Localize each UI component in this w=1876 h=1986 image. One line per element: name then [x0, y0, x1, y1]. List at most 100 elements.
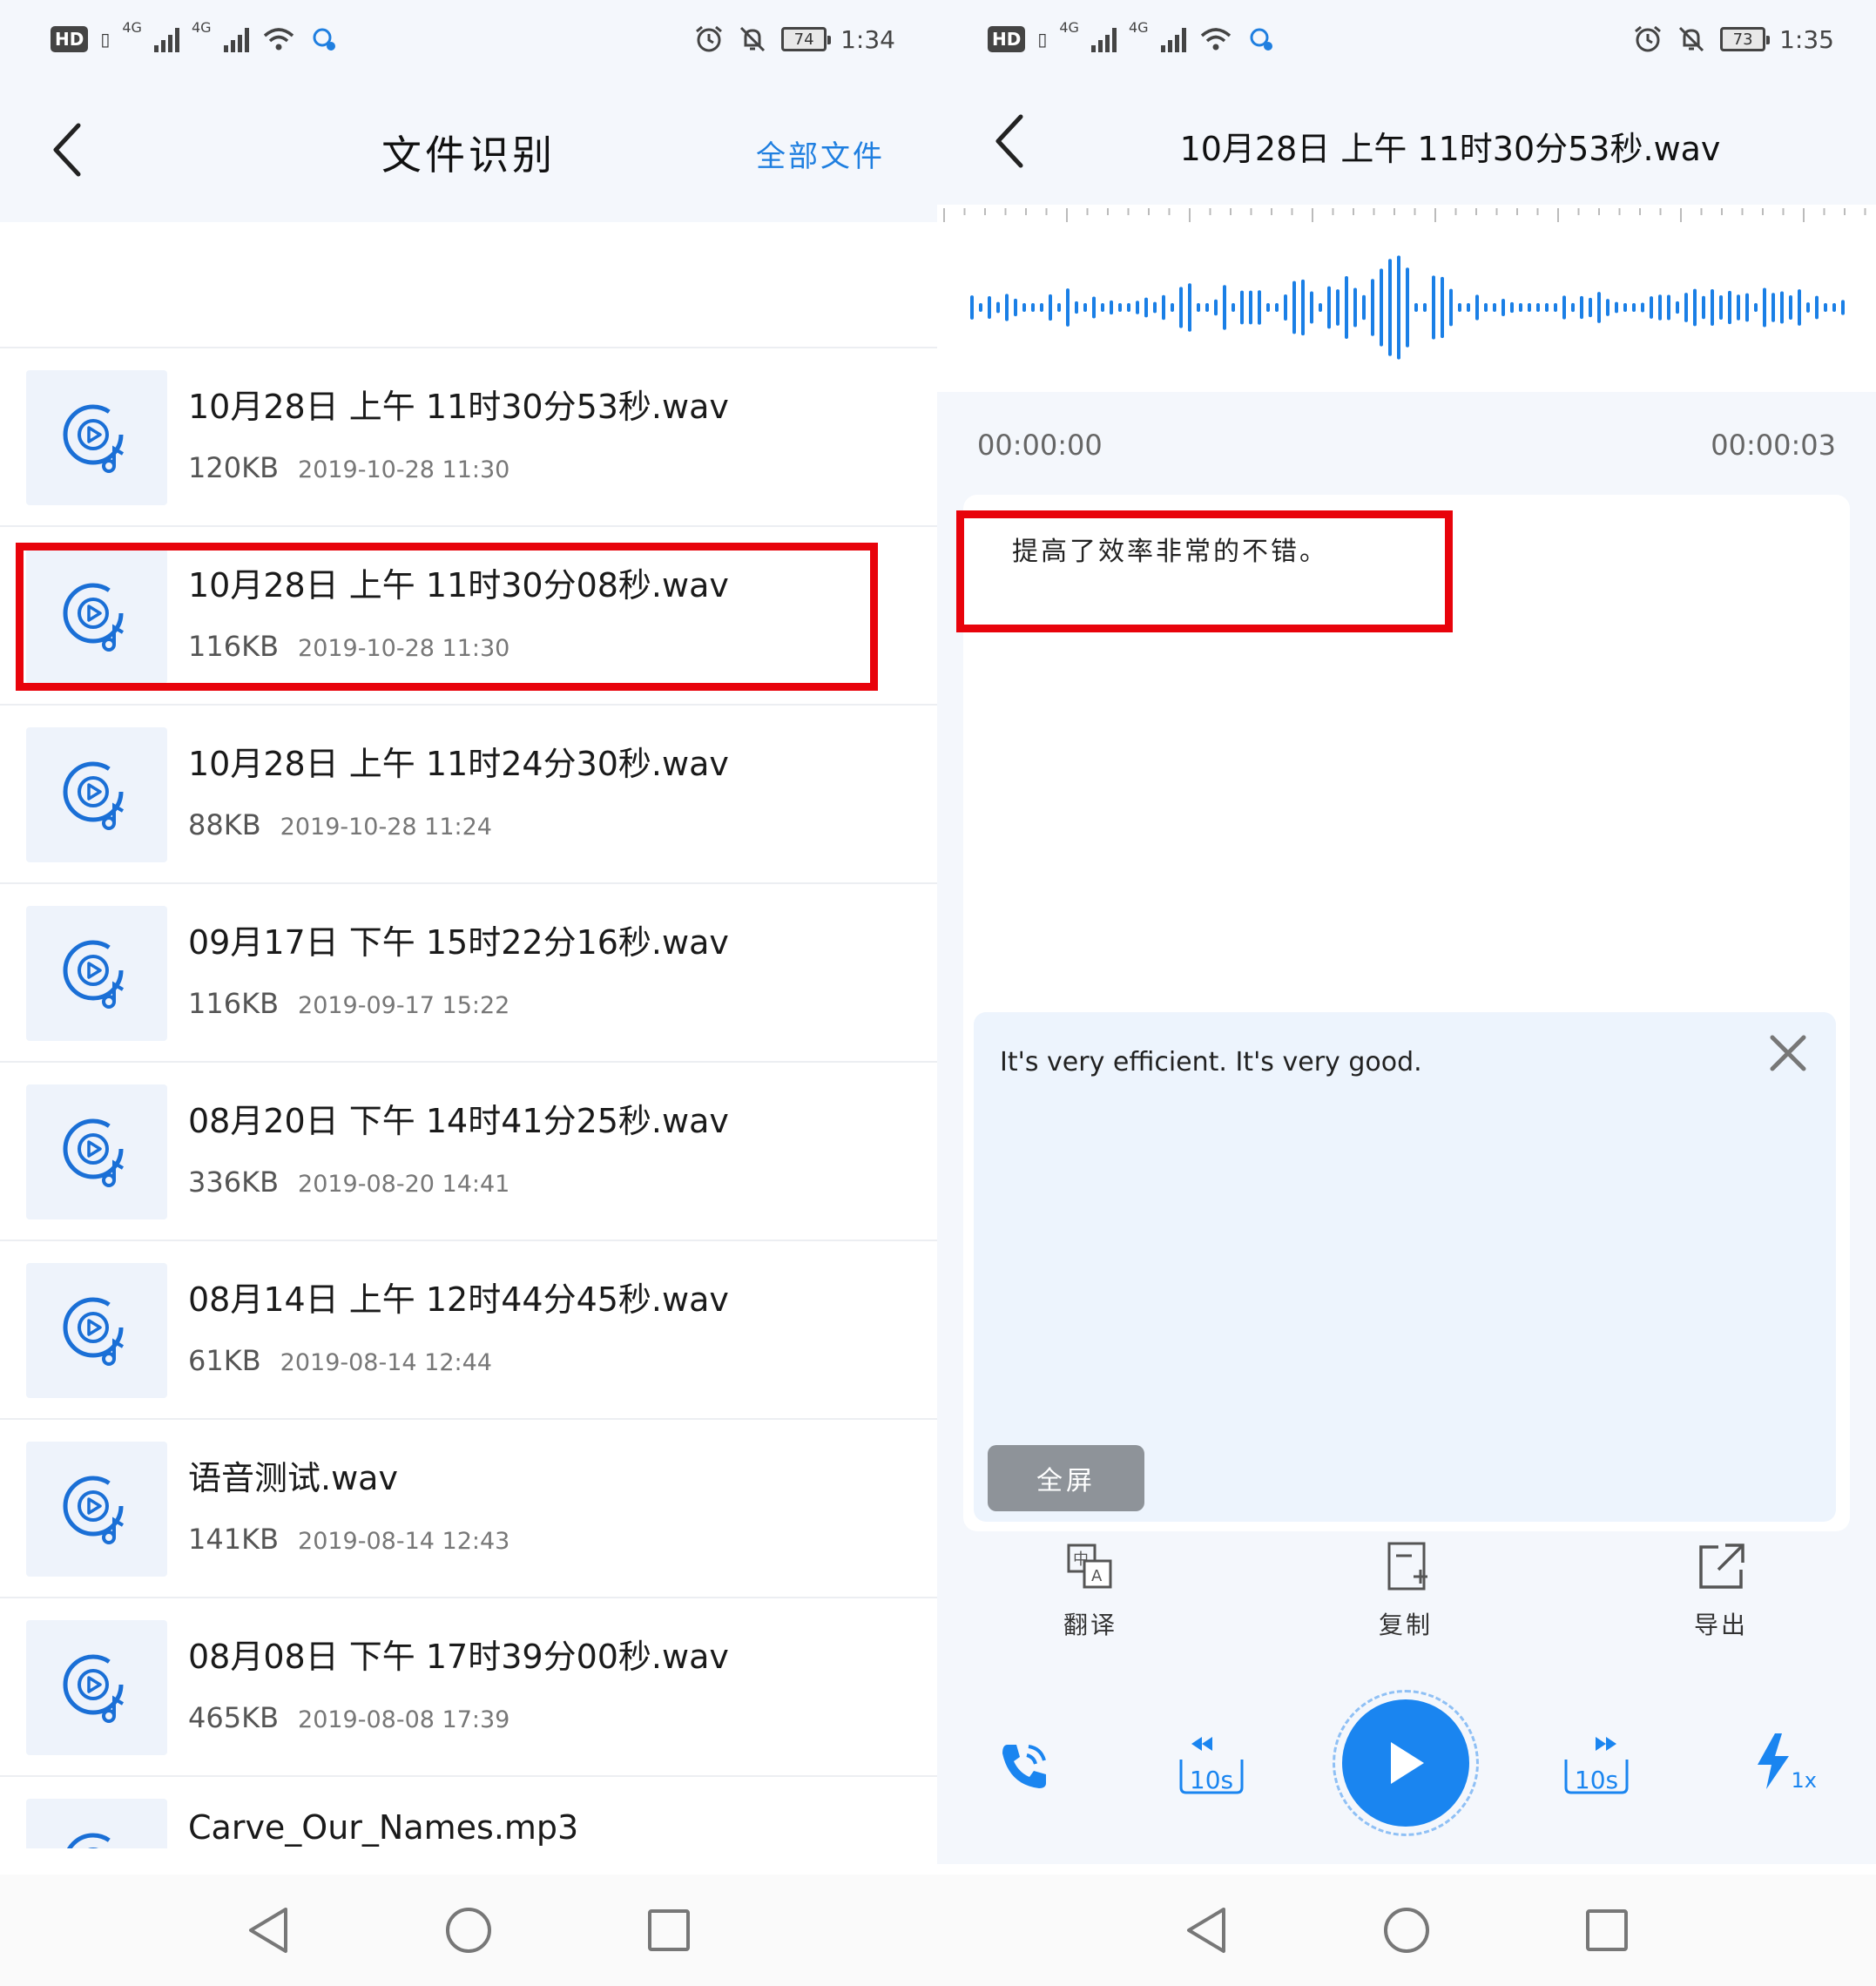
- file-meta: 465KB 2019-08-08 17:39: [188, 1701, 509, 1734]
- alarm-icon: [1635, 25, 1662, 52]
- file-date: 2019-09-17 15:22: [298, 992, 510, 1019]
- translate-label: 翻译: [1063, 1611, 1117, 1639]
- file-meta: 116KB 2019-10-28 11:30: [188, 630, 509, 663]
- nav-back-button[interactable]: [233, 1895, 303, 1965]
- nav-home-button[interactable]: [434, 1895, 503, 1965]
- nav-recents-button[interactable]: [1572, 1895, 1642, 1965]
- sim-icon: ▯: [100, 29, 111, 50]
- file-name: 10月28日 上午 11时30分53秒.wav: [188, 388, 729, 426]
- alarm-icon: [696, 25, 723, 52]
- earpiece-button[interactable]: [989, 1732, 1059, 1801]
- network-type-2: 4G: [191, 18, 212, 36]
- nav-home-button[interactable]: [1372, 1895, 1441, 1965]
- waveform[interactable]: [937, 240, 1876, 388]
- copy-label: 复制: [1378, 1611, 1433, 1639]
- translation-text: It's very efficient. It's very good.: [1000, 1047, 1422, 1077]
- page-header: 10月28日 上午 11时30分53秒.wav: [937, 78, 1876, 205]
- file-item[interactable]: 08月20日 下午 14时41分25秒.wav 336KB 2019-08-20 …: [0, 1063, 937, 1241]
- sim-icon: ▯: [1037, 29, 1048, 50]
- file-item[interactable]: Carve_Our_Names.mp3: [0, 1777, 937, 1848]
- hd-badge: HD: [51, 26, 89, 52]
- file-date: 2019-10-28 11:24: [280, 814, 492, 841]
- wifi-icon: [1200, 28, 1231, 51]
- rewind-10s-button[interactable]: 10s: [1172, 1725, 1251, 1803]
- timeline-ruler[interactable]: [937, 205, 1876, 231]
- close-icon: [1770, 1035, 1806, 1071]
- status-left: HD ▯ 4G 4G: [988, 19, 1275, 59]
- all-files-button[interactable]: 全部文件: [756, 132, 885, 175]
- network-type-1: 4G: [122, 18, 142, 36]
- file-name: 语音测试.wav: [188, 1459, 398, 1497]
- recording-title: 10月28日 上午 11时30分53秒.wav: [1179, 130, 1721, 168]
- file-size: 336KB: [188, 1165, 280, 1199]
- file-item[interactable]: 10月28日 上午 11时24分30秒.wav 88KB 2019-10-28 1…: [0, 706, 937, 884]
- translation-panel: It's very efficient. It's very good. 全屏: [974, 1012, 1836, 1522]
- nav-recents-icon: [1586, 1909, 1628, 1951]
- sync-icon: [1250, 28, 1272, 51]
- file-name: 08月08日 下午 17时39分00秒.wav: [188, 1638, 729, 1676]
- navigation-bar: [0, 1875, 937, 1986]
- right-screen: HD ▯ 4G 4G 73 1:35 10月28日 上午 11时30分53秒.w…: [937, 0, 1876, 1986]
- blank-area: [0, 222, 937, 348]
- export-label: 导出: [1693, 1611, 1748, 1639]
- file-list[interactable]: 10月28日 上午 11时30分53秒.wav 120KB 2019-10-28 …: [0, 348, 937, 1848]
- network-type-1: 4G: [1059, 18, 1079, 36]
- phone-icon: [1002, 1745, 1046, 1788]
- file-name: 08月14日 上午 12时44分45秒.wav: [188, 1280, 729, 1319]
- translate-button[interactable]: 中A 翻译: [1021, 1540, 1160, 1641]
- play-button[interactable]: [1333, 1690, 1479, 1836]
- file-size: 88KB: [188, 808, 261, 841]
- file-date: 2019-10-28 11:30: [298, 456, 510, 483]
- signal-icon: [1160, 26, 1186, 52]
- status-bar: HD ▯ 4G 4G 73 1:35: [937, 0, 1876, 78]
- file-name: 10月28日 上午 11时30分08秒.wav: [188, 566, 729, 605]
- file-meta: 120KB 2019-10-28 11:30: [188, 451, 509, 484]
- file-item[interactable]: 08月08日 下午 17时39分00秒.wav 465KB 2019-08-08 …: [0, 1598, 937, 1777]
- forward-label: 10s: [1574, 1766, 1619, 1794]
- file-item[interactable]: 10月28日 上午 11时30分53秒.wav 120KB 2019-10-28 …: [0, 348, 937, 527]
- transcript-text[interactable]: 提高了效率非常的不错。: [1012, 530, 1328, 568]
- time-end: 00:00:03: [1711, 429, 1836, 462]
- fullscreen-button[interactable]: 全屏: [988, 1445, 1144, 1511]
- file-meta: 88KB 2019-10-28 11:24: [188, 808, 492, 841]
- playback-area: 00:00:00 00:00:03 提高了效率非常的不错。 It's very …: [937, 392, 1876, 1864]
- speed-label: 1x: [1791, 1768, 1817, 1793]
- signal-icon: [153, 26, 179, 52]
- audio-file-icon: [26, 1620, 167, 1755]
- file-meta: 61KB 2019-08-14 12:44: [188, 1344, 492, 1377]
- hd-badge: HD: [988, 26, 1026, 52]
- page-header: 文件识别 全部文件: [0, 78, 937, 222]
- copy-button[interactable]: 复制: [1336, 1540, 1475, 1641]
- file-date: 2019-10-28 11:30: [298, 635, 510, 662]
- audio-file-icon: [26, 1084, 167, 1219]
- file-meta: 141KB 2019-08-14 12:43: [188, 1523, 509, 1556]
- file-size: 116KB: [188, 987, 280, 1020]
- forward-10s-button[interactable]: 10s: [1557, 1725, 1636, 1803]
- nav-back-icon: [249, 1908, 287, 1953]
- time-start: 00:00:00: [977, 429, 1103, 462]
- close-button[interactable]: [1766, 1031, 1810, 1075]
- status-time: 1:34: [840, 24, 895, 54]
- status-right: 73 1:35: [1633, 19, 1834, 59]
- export-button[interactable]: 导出: [1651, 1540, 1791, 1641]
- svg-text:A: A: [1091, 1567, 1103, 1585]
- playback-controls: 10s 10s 1x: [937, 1690, 1876, 1847]
- nav-recents-button[interactable]: [634, 1895, 704, 1965]
- nav-back-button[interactable]: [1171, 1895, 1241, 1965]
- back-button[interactable]: [982, 106, 1035, 176]
- file-item[interactable]: 08月14日 上午 12时44分45秒.wav 61KB 2019-08-14 1…: [0, 1241, 937, 1420]
- play-circle: [1342, 1699, 1469, 1827]
- speed-button[interactable]: 1x: [1747, 1728, 1817, 1798]
- nav-back-icon: [1187, 1908, 1225, 1953]
- rewind-label: 10s: [1189, 1766, 1234, 1794]
- network-type-2: 4G: [1128, 18, 1149, 36]
- audio-file-icon: [26, 727, 167, 862]
- file-item[interactable]: 语音测试.wav 141KB 2019-08-14 12:43: [0, 1420, 937, 1598]
- file-item[interactable]: 09月17日 下午 15时22分16秒.wav 116KB 2019-09-17 …: [0, 884, 937, 1063]
- export-icon: [1699, 1544, 1744, 1589]
- status-time: 1:35: [1779, 24, 1834, 54]
- navigation-bar: [937, 1875, 1876, 1986]
- file-item[interactable]: 10月28日 上午 11时30分08秒.wav 116KB 2019-10-28 …: [0, 527, 937, 706]
- file-size: 116KB: [188, 630, 280, 663]
- file-size: 120KB: [188, 451, 280, 484]
